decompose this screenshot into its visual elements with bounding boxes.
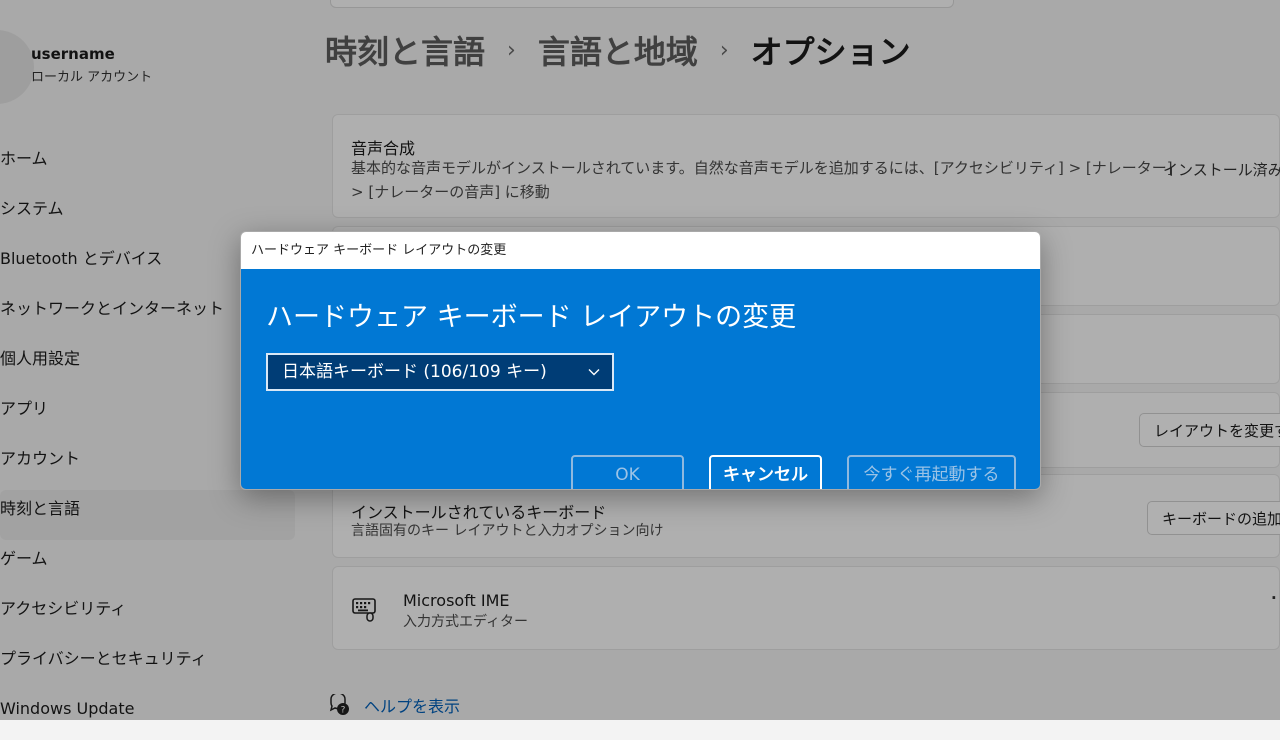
restart-now-button[interactable]: 今すぐ再起動する <box>847 455 1016 489</box>
layout-select-value: 日本語キーボード (106/109 キー) <box>282 362 547 382</box>
ok-button[interactable]: OK <box>571 455 684 489</box>
keyboard-layout-dialog: ハードウェア キーボード レイアウトの変更 ハードウェア キーボード レイアウト… <box>240 231 1041 490</box>
dialog-titlebar: ハードウェア キーボード レイアウトの変更 <box>241 232 1040 269</box>
chevron-down-icon <box>588 369 600 376</box>
dialog-body: ハードウェア キーボード レイアウトの変更 日本語キーボード (106/109 … <box>241 269 1040 489</box>
layout-select[interactable]: 日本語キーボード (106/109 キー) <box>266 353 614 391</box>
cancel-button[interactable]: キャンセル <box>709 455 822 489</box>
dialog-heading: ハードウェア キーボード レイアウトの変更 <box>266 302 797 333</box>
